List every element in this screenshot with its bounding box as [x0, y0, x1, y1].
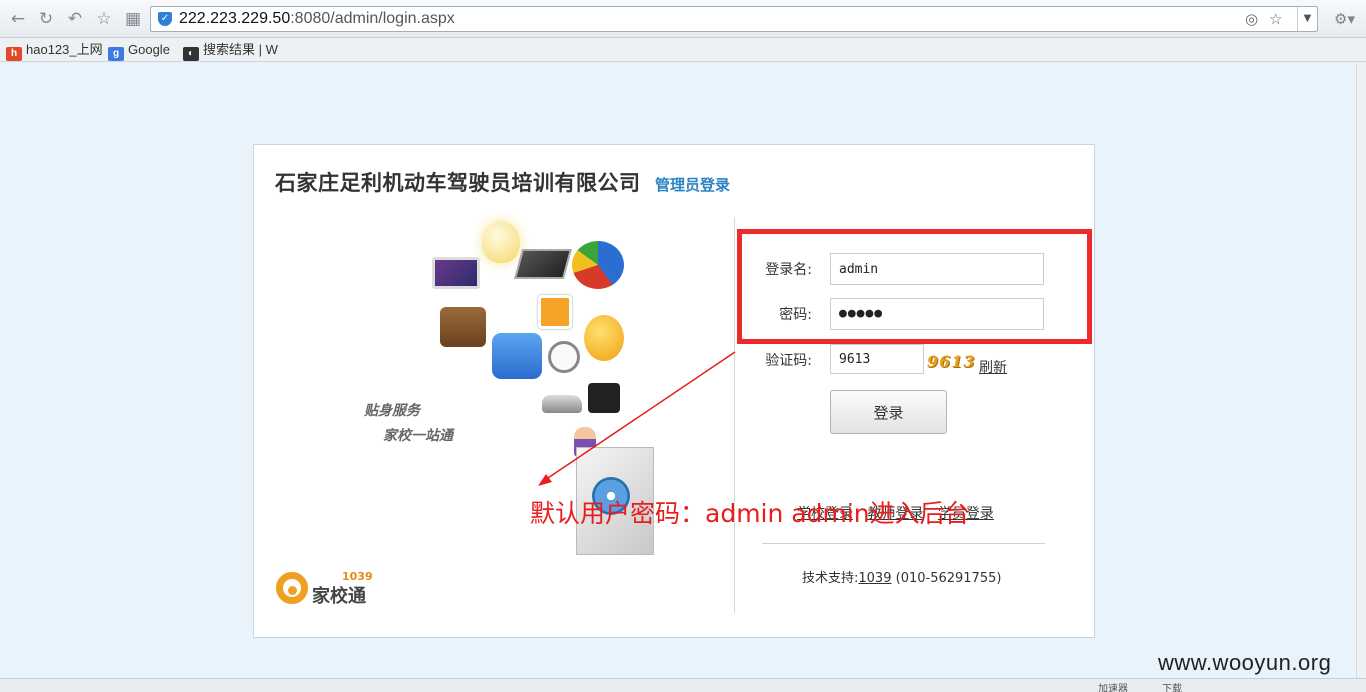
annotation-arrow: [538, 351, 736, 486]
status-bar: 加速器 下载: [0, 678, 1366, 692]
accelerator-label[interactable]: 加速器: [1098, 680, 1128, 692]
watermark: www.wooyun.org: [1158, 650, 1332, 675]
vertical-scrollbar[interactable]: [1356, 64, 1366, 678]
annotation-text: 默认用户密码：admin admin进入后台: [530, 499, 970, 528]
download-label[interactable]: 下载: [1162, 680, 1182, 692]
